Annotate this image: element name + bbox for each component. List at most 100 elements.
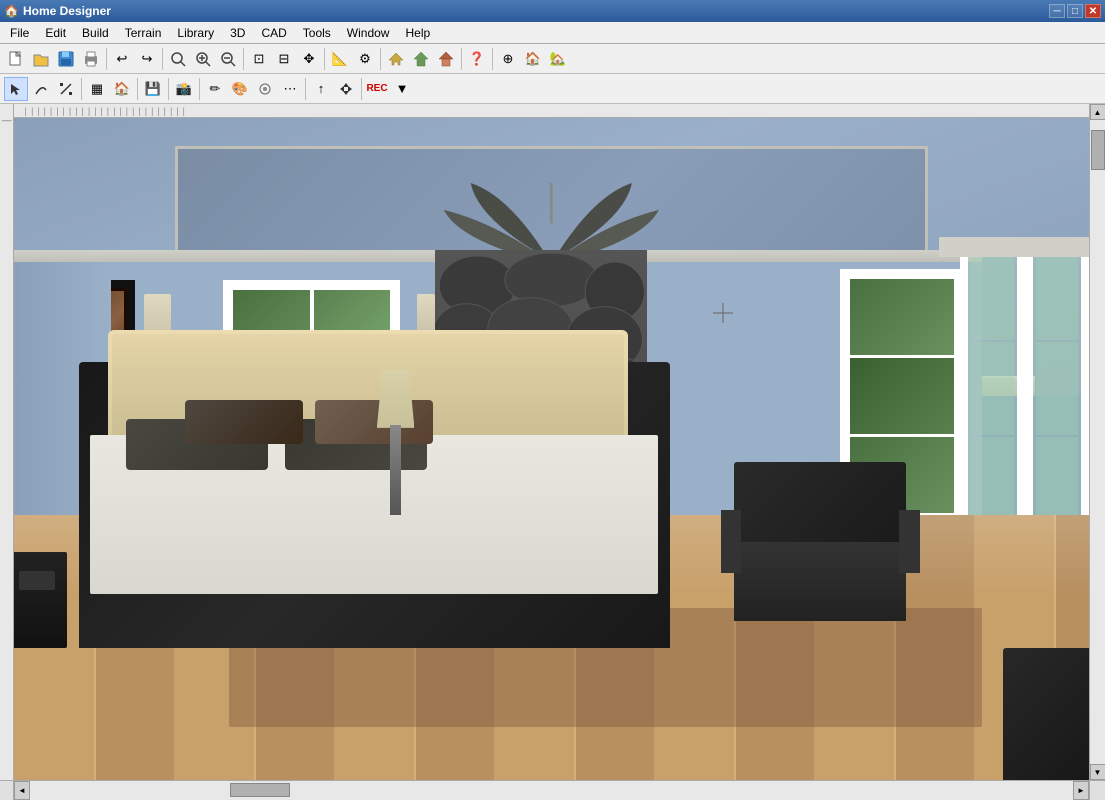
record-dropdown[interactable]: ▼ xyxy=(390,77,414,101)
minimize-button[interactable]: ─ xyxy=(1049,4,1065,18)
menu-item-build[interactable]: Build xyxy=(74,22,117,43)
menu-item-edit[interactable]: Edit xyxy=(37,22,74,43)
title-bar-controls: ─ □ ✕ xyxy=(1049,4,1101,18)
rotate-up-button[interactable]: ↑ xyxy=(309,77,333,101)
dimension-button[interactable]: 📐 xyxy=(328,47,352,71)
nightstand xyxy=(14,552,67,647)
close-button[interactable]: ✕ xyxy=(1085,4,1101,18)
vertical-ruler: │ xyxy=(0,104,14,780)
svg-text:│ │ │ │ │ │ │ │ │ │ │ │ │ │ │: │ │ │ │ │ │ │ │ │ │ │ │ │ │ │ │ │ │ │ │ … xyxy=(24,107,186,117)
open-button[interactable] xyxy=(29,47,53,71)
vertical-scrollbar[interactable]: ▲ ▼ xyxy=(1089,104,1105,780)
sep1 xyxy=(106,48,107,70)
corner-chair xyxy=(1003,648,1089,780)
wall-button[interactable]: ▦ xyxy=(85,77,109,101)
menu-item-help[interactable]: Help xyxy=(397,22,438,43)
toolbar-secondary: ▦ 🏠 💾 📸 ✏ 🎨 ⋯ ↑ REC ▼ xyxy=(0,74,1105,104)
record-button[interactable]: REC xyxy=(365,77,389,101)
title-bar: 🏠 Home Designer ─ □ ✕ xyxy=(0,0,1105,22)
material-button[interactable] xyxy=(253,77,277,101)
left-crown xyxy=(14,250,111,262)
camera-button[interactable]: 📸 xyxy=(172,77,196,101)
interior-button[interactable]: 🏠 xyxy=(110,77,134,101)
settings-button[interactable]: ⚙ xyxy=(353,47,377,71)
sep9 xyxy=(137,78,138,100)
menu-item-window[interactable]: Window xyxy=(339,22,398,43)
chair-armrest-right xyxy=(899,510,920,574)
door-pane xyxy=(971,342,1014,434)
redo-button[interactable]: ↪ xyxy=(135,47,159,71)
fit-button[interactable]: ⊡ xyxy=(247,47,271,71)
marker2-button[interactable]: 🏠 xyxy=(521,47,545,71)
sep10 xyxy=(168,78,169,100)
corner-box xyxy=(0,781,14,800)
print-button[interactable] xyxy=(79,47,103,71)
3d-viewport[interactable] xyxy=(14,118,1089,780)
undo-button[interactable]: ↩ xyxy=(110,47,134,71)
select-button[interactable] xyxy=(4,77,28,101)
pencil-button[interactable]: ✏ xyxy=(203,77,227,101)
main-area: │ │ │ │ │ │ │ │ │ │ │ │ │ │ │ │ │ │ │ │ … xyxy=(0,104,1105,780)
marker1-button[interactable]: ⊕ xyxy=(496,47,520,71)
help-button[interactable]: ❓ xyxy=(465,47,489,71)
window-pane xyxy=(850,358,953,434)
zoom-in-button[interactable] xyxy=(191,47,215,71)
door-frame-top xyxy=(939,237,1090,257)
menu-item-3d[interactable]: 3D xyxy=(222,22,253,43)
sep13 xyxy=(361,78,362,100)
armchair xyxy=(734,462,906,621)
scroll-track-vertical[interactable] xyxy=(1090,120,1105,764)
scroll-left-button[interactable]: ◄ xyxy=(14,781,30,800)
scroll-thumb-horizontal[interactable] xyxy=(230,783,290,797)
title-bar-left: 🏠 Home Designer xyxy=(4,4,111,18)
chair-armrest-left xyxy=(721,510,742,574)
horizontal-ruler: │ │ │ │ │ │ │ │ │ │ │ │ │ │ │ │ │ │ │ │ … xyxy=(14,104,1089,118)
save2-button[interactable]: 💾 xyxy=(141,77,165,101)
menu-item-tools[interactable]: Tools xyxy=(295,22,339,43)
scroll-thumb-vertical[interactable] xyxy=(1091,130,1105,170)
view-button[interactable]: ⊟ xyxy=(272,47,296,71)
menu-bar: File Edit Build Terrain Library 3D CAD T… xyxy=(0,22,1105,44)
sep8 xyxy=(81,78,82,100)
save-button[interactable] xyxy=(54,47,78,71)
menu-item-terrain[interactable]: Terrain xyxy=(117,22,170,43)
exterior-button[interactable] xyxy=(409,47,433,71)
floor-lamp xyxy=(369,370,423,516)
maximize-button[interactable]: □ xyxy=(1067,4,1083,18)
door-pane xyxy=(971,248,1014,340)
canvas-area[interactable]: │ │ │ │ │ │ │ │ │ │ │ │ │ │ │ │ │ │ │ │ … xyxy=(14,104,1089,780)
sep2 xyxy=(162,48,163,70)
color-button[interactable]: 🎨 xyxy=(228,77,252,101)
marker3-button[interactable]: 🏡 xyxy=(546,47,570,71)
sep4 xyxy=(324,48,325,70)
scroll-right-button[interactable]: ► xyxy=(1073,781,1089,800)
curve-button[interactable] xyxy=(29,77,53,101)
sep12 xyxy=(305,78,306,100)
sep7 xyxy=(492,48,493,70)
sep5 xyxy=(380,48,381,70)
scroll-track-horizontal[interactable] xyxy=(30,781,1073,800)
house-button[interactable] xyxy=(384,47,408,71)
scroll-up-button[interactable]: ▲ xyxy=(1090,104,1105,120)
new-button[interactable] xyxy=(4,47,28,71)
line-button[interactable] xyxy=(54,77,78,101)
pan-button[interactable]: ✥ xyxy=(297,47,321,71)
arrows-button[interactable] xyxy=(334,77,358,101)
scrollbar-corner xyxy=(1089,781,1105,800)
horizontal-scrollbar[interactable]: ◄ ► xyxy=(14,781,1089,800)
sep11 xyxy=(199,78,200,100)
bottom-bar: ◄ ► xyxy=(0,780,1105,800)
window-pane xyxy=(850,279,953,355)
menu-item-file[interactable]: File xyxy=(2,22,37,43)
menu-item-cad[interactable]: CAD xyxy=(253,22,294,43)
nightstand-drawer xyxy=(19,571,54,590)
chair-seat xyxy=(734,542,906,621)
app-icon: 🏠 xyxy=(4,4,19,18)
roof-button[interactable] xyxy=(434,47,458,71)
cursor-indicator xyxy=(713,303,733,323)
scroll-down-button[interactable]: ▼ xyxy=(1090,764,1105,780)
more-button[interactable]: ⋯ xyxy=(278,77,302,101)
zoom-out-button[interactable] xyxy=(216,47,240,71)
menu-item-library[interactable]: Library xyxy=(169,22,222,43)
zoom-realsize-button[interactable] xyxy=(166,47,190,71)
